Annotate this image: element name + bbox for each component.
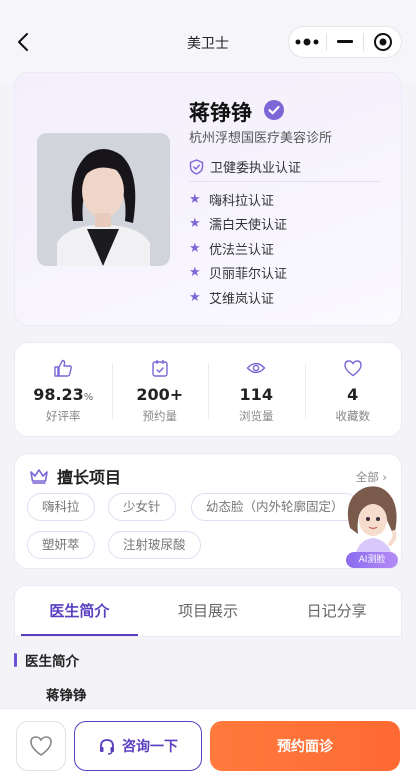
stats-card: 98.23% 好评率 200+ 预约量 114 浏览量 4 收藏数 — [14, 342, 402, 437]
tab-doctor-intro[interactable]: 医生简介 — [15, 586, 144, 636]
certification-label: 艾维岚认证 — [209, 291, 275, 307]
certification-item: ★ 艾维岚认证 — [189, 285, 287, 310]
bookings-value: 200+ — [136, 385, 184, 404]
rating-value: 98.23 — [33, 385, 84, 404]
certification-label: 嗨科拉认证 — [209, 193, 275, 209]
consult-label: 咨询一下 — [122, 739, 178, 755]
crown-icon — [30, 469, 48, 484]
certification-label: 贝丽菲尔认证 — [209, 267, 288, 283]
skill-tag[interactable]: 嗨科拉 — [27, 493, 95, 521]
heart-outline-icon — [30, 736, 52, 756]
tab-diary-share[interactable]: 日记分享 — [272, 586, 401, 636]
target-circle-icon — [373, 33, 392, 51]
star-icon: ★ — [189, 240, 201, 256]
miniapp-capsule — [288, 26, 402, 58]
certification-label: 优法兰认证 — [209, 242, 275, 258]
skills-title: 擅长项目 — [57, 468, 122, 487]
more-dots-icon — [295, 38, 319, 46]
stat-favorites: 4 收藏数 — [304, 343, 402, 436]
skill-tag[interactable]: 幼态脸（内外轮廓固定） — [191, 493, 359, 521]
skills-header: 擅长项目 — [29, 464, 121, 488]
rating-label: 好评率 — [46, 409, 81, 423]
consult-button[interactable]: 咨询一下 — [74, 721, 202, 771]
skill-tag[interactable]: 少女针 — [108, 493, 176, 521]
favorites-label: 收藏数 — [335, 409, 371, 423]
favorite-button[interactable] — [16, 721, 66, 771]
license-certification-label: 卫健委执业认证 — [210, 161, 302, 176]
bottom-action-bar: 咨询一下 预约面诊 — [0, 708, 416, 781]
book-consultation-button[interactable]: 预约面诊 — [210, 721, 400, 771]
tab-project-showcase[interactable]: 项目展示 — [144, 586, 273, 636]
doctor-photo — [37, 133, 170, 266]
intro-title-text: 医生简介 — [25, 654, 79, 670]
doctor-name: 蒋铮铮 — [189, 101, 252, 125]
certification-list: ★ 嗨科拉认证 ★ 濡白天使认证 ★ 优法兰认证 ★ 贝丽菲尔认证 ★ 艾维岚认证 — [189, 187, 287, 310]
views-value: 114 — [239, 385, 273, 404]
favorites-value: 4 — [347, 385, 359, 404]
views-label: 浏览量 — [239, 409, 274, 423]
star-icon: ★ — [189, 289, 201, 305]
star-icon: ★ — [189, 265, 201, 281]
thumbs-up-icon — [54, 359, 73, 377]
more-button[interactable] — [289, 27, 326, 57]
intro-section-title: 医生简介 — [14, 650, 79, 670]
skill-tag[interactable]: 塑妍萃 — [27, 531, 95, 559]
ai-avatar-icon — [347, 486, 397, 562]
doctor-portrait-image — [37, 133, 170, 266]
heart-icon — [344, 360, 362, 377]
content-tabs: 医生简介 项目展示 日记分享 — [14, 585, 402, 637]
doctor-profile-card: 蒋铮铮 杭州浮想国医疗美容诊所 卫健委执业认证 ★ 嗨科拉认证 ★ 濡白天使认证 ★… — [14, 72, 402, 326]
eye-icon — [246, 362, 266, 374]
stat-rating: 98.23% 好评率 — [15, 343, 112, 436]
certification-item: ★ 嗨科拉认证 — [189, 187, 287, 212]
stat-bookings: 200+ 预约量 — [111, 343, 209, 436]
rating-unit: % — [83, 392, 94, 403]
clinic-name: 杭州浮想国医疗美容诊所 — [189, 131, 333, 146]
license-certification: 卫健委执业认证 — [189, 157, 301, 176]
ai-face-test-label: AI测脸 — [346, 552, 398, 568]
headset-icon — [100, 739, 114, 755]
stat-views: 114 浏览量 — [208, 343, 305, 436]
certification-label: 濡白天使认证 — [209, 218, 288, 234]
skill-tag[interactable]: 注射玻尿酸 — [108, 531, 201, 559]
certification-item: ★ 濡白天使认证 — [189, 212, 287, 237]
star-icon: ★ — [189, 191, 201, 207]
section-accent-bar — [14, 653, 17, 667]
verified-badge-icon — [264, 100, 284, 120]
minimize-icon — [337, 40, 353, 43]
close-miniapp-button[interactable] — [364, 27, 401, 57]
certification-item: ★ 优法兰认证 — [189, 236, 287, 261]
calendar-check-icon — [152, 360, 168, 377]
intro-doctor-name: 蒋铮铮 — [46, 688, 87, 704]
bookings-label: 预约量 — [142, 409, 178, 423]
star-icon: ★ — [189, 216, 201, 232]
minimize-button[interactable] — [327, 27, 364, 57]
shield-check-icon — [189, 158, 204, 175]
divider — [189, 181, 381, 182]
ai-face-test-button[interactable]: AI测脸 — [338, 478, 404, 570]
certification-item: ★ 贝丽菲尔认证 — [189, 261, 287, 286]
